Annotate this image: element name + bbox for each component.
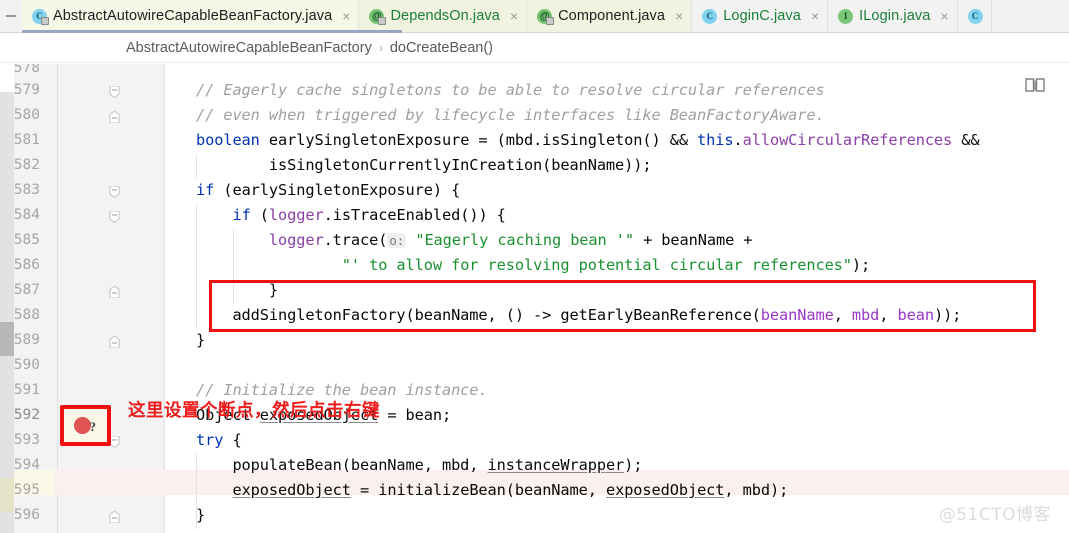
code-editor[interactable]: 578 579 // Eagerly cache singletons to b… (0, 64, 1069, 533)
code-line-587: } (196, 281, 278, 299)
fold-marker-icon[interactable] (109, 511, 120, 523)
line-number: 591 (13, 382, 40, 398)
gutter-code-divider (163, 64, 164, 533)
parameter-hint: o: (387, 233, 407, 248)
breakpoint-question-icon: ? (89, 419, 97, 434)
line-number: 595 (13, 482, 40, 498)
tab-close-icon[interactable]: × (675, 9, 683, 23)
tab-bar-left-handle[interactable] (0, 0, 22, 32)
watermark: @51CTO博客 (938, 505, 1051, 525)
fold-marker-icon[interactable] (109, 86, 120, 98)
code-line-594: populateBean(beanName, mbd, instanceWrap… (196, 456, 643, 474)
tab-close-icon[interactable]: × (811, 9, 819, 23)
fold-gutter[interactable] (54, 64, 165, 533)
line-number: 590 (13, 357, 40, 373)
open-book-icon[interactable] (1025, 77, 1045, 93)
gutter-divider (57, 64, 58, 533)
code-line-583: if (earlySingletonExposure) { (196, 181, 461, 199)
code-line-596: } (196, 506, 206, 524)
breakpoint-dot-icon[interactable] (74, 417, 91, 434)
breadcrumb-method[interactable]: doCreateBean() (390, 40, 493, 56)
code-line-582: isSingletonCurrentlyInCreation(beanName)… (196, 156, 652, 174)
line-number: 578 (13, 64, 40, 76)
line-number: 593 (13, 432, 40, 448)
tab-label: LoginC.java (723, 8, 801, 24)
tab-loginc[interactable]: C LoginC.java × (692, 0, 829, 32)
code-line-593: try { (196, 431, 242, 449)
line-number: 589 (13, 332, 40, 348)
tab-label: Component.java (558, 8, 666, 24)
tab-abstractautowirecapablebeanfactory[interactable]: C AbstractAutowireCapableBeanFactory.jav… (22, 0, 360, 32)
tab-component[interactable]: @ Component.java × (527, 0, 693, 32)
tab-label: DependsOn.java (390, 8, 500, 24)
tab-close-icon[interactable]: × (510, 9, 518, 23)
class-icon: C (967, 8, 983, 24)
code-line-581: boolean earlySingletonExposure = (mbd.is… (196, 131, 980, 149)
tab-label: ILogin.java (859, 8, 931, 24)
code-line-585: logger.trace(o: "Eagerly caching bean '"… (268, 231, 753, 249)
interface-icon: I (838, 8, 854, 24)
breadcrumb: AbstractAutowireCapableBeanFactory › doC… (0, 33, 1069, 63)
line-number: 579 (13, 82, 40, 98)
annotation-icon: @ (537, 8, 555, 25)
line-number: 586 (13, 257, 40, 273)
annotation-icon: @ (369, 8, 387, 25)
fold-marker-icon[interactable] (109, 211, 120, 223)
line-number: 587 (13, 282, 40, 298)
ide-window: C AbstractAutowireCapableBeanFactory.jav… (0, 0, 1069, 533)
breadcrumb-class[interactable]: AbstractAutowireCapableBeanFactory (126, 40, 372, 56)
fold-marker-icon[interactable] (109, 111, 120, 123)
code-line-580: // even when triggered by lifecycle inte… (196, 106, 825, 124)
line-number: 583 (13, 182, 40, 198)
code-line-588: addSingletonFactory(beanName, () -> getE… (196, 306, 962, 324)
code-line-595: exposedObject = initializeBean(beanName,… (232, 481, 789, 499)
tab-close-icon[interactable]: × (342, 9, 350, 23)
line-number: 584 (13, 207, 40, 223)
line-number: 580 (13, 107, 40, 123)
line-number: 582 (13, 157, 40, 173)
fold-marker-icon[interactable] (109, 186, 120, 198)
class-icon: C (702, 8, 718, 24)
annotation-note: 这里设置个断点，然后点击右键 (128, 401, 380, 421)
fold-marker-icon[interactable] (109, 336, 120, 348)
tab-ilogin[interactable]: I ILogin.java × (828, 0, 958, 32)
tab-close-icon[interactable]: × (940, 9, 948, 23)
line-number: 581 (13, 132, 40, 148)
line-number: 594 (13, 457, 40, 473)
line-number: 585 (13, 232, 40, 248)
editor-tab-bar: C AbstractAutowireCapableBeanFactory.jav… (0, 0, 1069, 33)
line-number: 596 (13, 507, 40, 523)
class-icon: C (32, 8, 49, 25)
breakpoint-highlight-box[interactable]: ? (60, 405, 111, 446)
line-number-current: 592 (13, 407, 40, 423)
tab-dependson[interactable]: @ DependsOn.java × (359, 0, 528, 32)
fold-marker-icon[interactable] (109, 286, 120, 298)
line-number: 588 (13, 307, 40, 323)
tab-overflow[interactable]: C (957, 0, 992, 32)
tab-label: AbstractAutowireCapableBeanFactory.java (53, 8, 333, 24)
code-line-579: // Eagerly cache singletons to be able t… (196, 81, 825, 99)
code-line-584: if (logger.isTraceEnabled()) { (232, 206, 506, 224)
code-line-589: } (196, 331, 206, 349)
chevron-right-icon: › (378, 40, 383, 55)
code-line-586: "' to allow for resolving potential circ… (341, 256, 871, 274)
